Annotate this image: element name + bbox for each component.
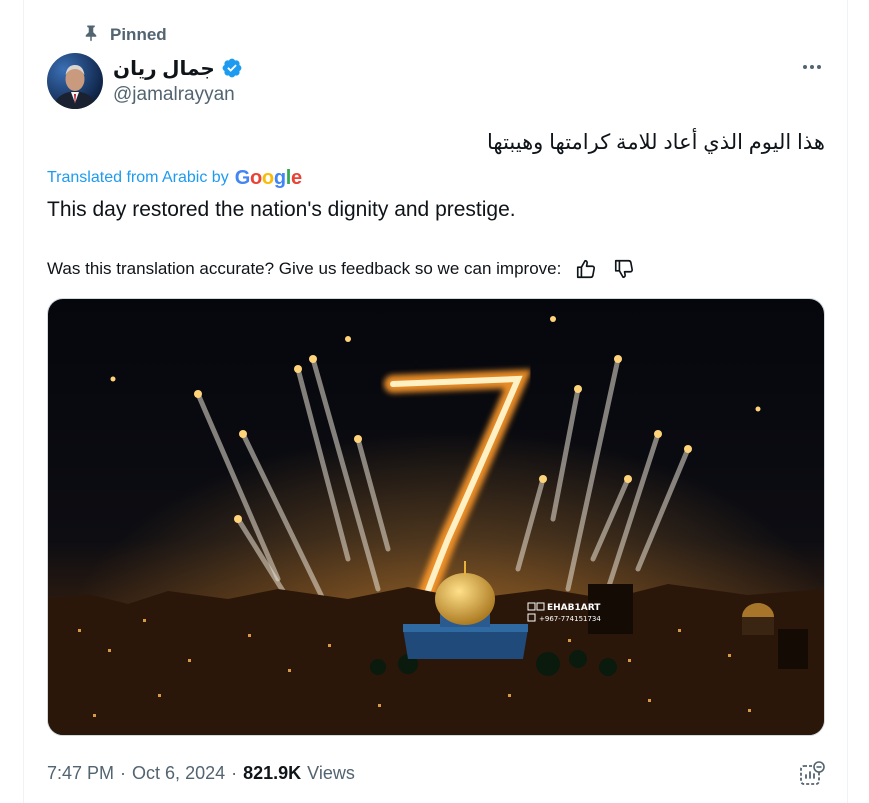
author-display-name[interactable]: جمال ريان — [113, 56, 215, 81]
avatar[interactable] — [47, 53, 103, 109]
translation-feedback: Was this translation accurate? Give us f… — [47, 257, 637, 281]
feedback-prompt: Was this translation accurate? Give us f… — [47, 259, 562, 278]
more-dots-icon[interactable] — [796, 57, 828, 77]
pin-icon — [82, 24, 100, 47]
analytics-icon[interactable] — [798, 760, 826, 788]
google-logo: Google — [234, 166, 302, 189]
tweet-meta: 7:47 PM · Oct 6, 2024 · 821.9K Views — [47, 760, 355, 786]
tweet-text-translated: This day restored the nation's dignity a… — [47, 198, 516, 221]
meta-separator: · — [231, 762, 238, 783]
meta-separator: · — [120, 762, 127, 783]
watermark-name: EHAB1ART — [547, 603, 601, 613]
thumbs-down-icon[interactable] — [611, 257, 637, 281]
watermark-phone: +967-774151734 — [539, 615, 601, 623]
pinned-indicator: Pinned — [82, 24, 167, 46]
translated-from-label: Translated from Arabic by — [47, 169, 229, 186]
tweet-text-original: هذا اليوم الذي أعاد للامة كرامتها وهيبته… — [487, 131, 825, 154]
verified-badge-icon[interactable] — [221, 57, 243, 79]
translation-attribution[interactable]: Translated from Arabic by Google — [47, 166, 302, 190]
tweet-time[interactable]: 7:47 PM — [47, 763, 114, 784]
pinned-label: Pinned — [110, 25, 167, 44]
views-label: Views — [307, 762, 355, 783]
thumbs-up-icon[interactable] — [573, 257, 599, 281]
author-handle[interactable]: @jamalrayyan — [113, 84, 235, 106]
views-count: 821.9K — [243, 762, 302, 783]
tweet-image[interactable]: EHAB1ART +967-774151734 — [47, 298, 825, 736]
tweet-date[interactable]: Oct 6, 2024 — [132, 763, 225, 784]
author-name-row: جمال ريان — [113, 55, 243, 81]
